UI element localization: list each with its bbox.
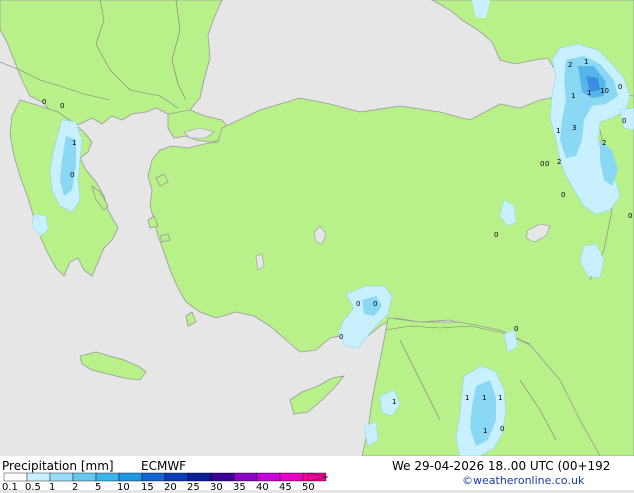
point-label: 1 <box>483 427 487 435</box>
legend-tick-11: 40 <box>256 482 269 493</box>
legend-tick-9: 30 <box>210 482 223 493</box>
point-label: 1 <box>556 127 560 135</box>
point-label: 1 <box>465 394 469 402</box>
legend-tick-8: 25 <box>187 482 200 493</box>
point-label: 1 <box>392 398 396 406</box>
legend-swatch <box>26 472 51 482</box>
legend-swatch <box>72 472 97 482</box>
legend-swatch <box>187 472 212 482</box>
legend-swatch <box>279 472 304 482</box>
point-label: 0 <box>70 171 74 179</box>
point-label: 2 <box>568 61 572 69</box>
legend-swatch <box>164 472 189 482</box>
point-label: 0 <box>628 212 632 220</box>
legend-swatch <box>118 472 143 482</box>
point-label: 1 <box>72 139 76 147</box>
point-label: 0 <box>561 191 565 199</box>
point-label: 3 <box>572 124 576 132</box>
legend-tick-0: 0.1 <box>2 482 18 493</box>
point-label: 0 <box>494 231 498 239</box>
point-label: 10 <box>600 87 609 95</box>
legend-swatch <box>256 472 281 482</box>
legend-swatch <box>49 472 74 482</box>
legend-tick-7: 20 <box>164 482 177 493</box>
legend-swatch <box>233 472 258 482</box>
legend-tick-2: 1 <box>49 482 56 493</box>
point-label: 2 <box>557 158 561 166</box>
point-label: 1 <box>587 89 591 97</box>
legend-tick-5: 10 <box>117 482 130 493</box>
point-label: 0 <box>42 98 46 106</box>
legend-tick-4: 5 <box>95 482 102 493</box>
legend-tick-10: 35 <box>233 482 246 493</box>
point-label: 0 <box>514 325 518 333</box>
point-label: 0 <box>622 117 626 125</box>
legend-swatches <box>3 472 327 482</box>
point-label: 2 <box>602 139 606 147</box>
legend-tick-12: 45 <box>279 482 292 493</box>
point-label: 1 <box>571 92 575 100</box>
legend-tick-6: 15 <box>141 482 154 493</box>
point-label: 0 <box>545 160 549 168</box>
legend-swatch <box>3 472 28 482</box>
point-label: 0 <box>60 102 64 110</box>
point-label: 0 <box>339 333 343 341</box>
point-label: 1 <box>584 58 588 66</box>
point-label: 1 <box>482 394 486 402</box>
legend-tick-1: 0.5 <box>25 482 41 493</box>
legend-swatch <box>95 472 120 482</box>
point-label: 0 <box>540 160 544 168</box>
point-label: 0 <box>618 83 622 91</box>
legend-swatch <box>210 472 235 482</box>
legend-tick-3: 2 <box>72 482 79 493</box>
point-label: 0 <box>356 300 360 308</box>
point-label: 1 <box>498 394 502 402</box>
point-label: 0 <box>500 425 504 433</box>
point-label: 0 <box>373 300 377 308</box>
legend-tick-13: 50 <box>302 482 315 493</box>
legend-swatch <box>141 472 166 482</box>
precipitation-map: 0 0 1 0 0 0 0 0 0 2 1 1 1 10 0 1 3 2 0 2… <box>0 0 634 456</box>
